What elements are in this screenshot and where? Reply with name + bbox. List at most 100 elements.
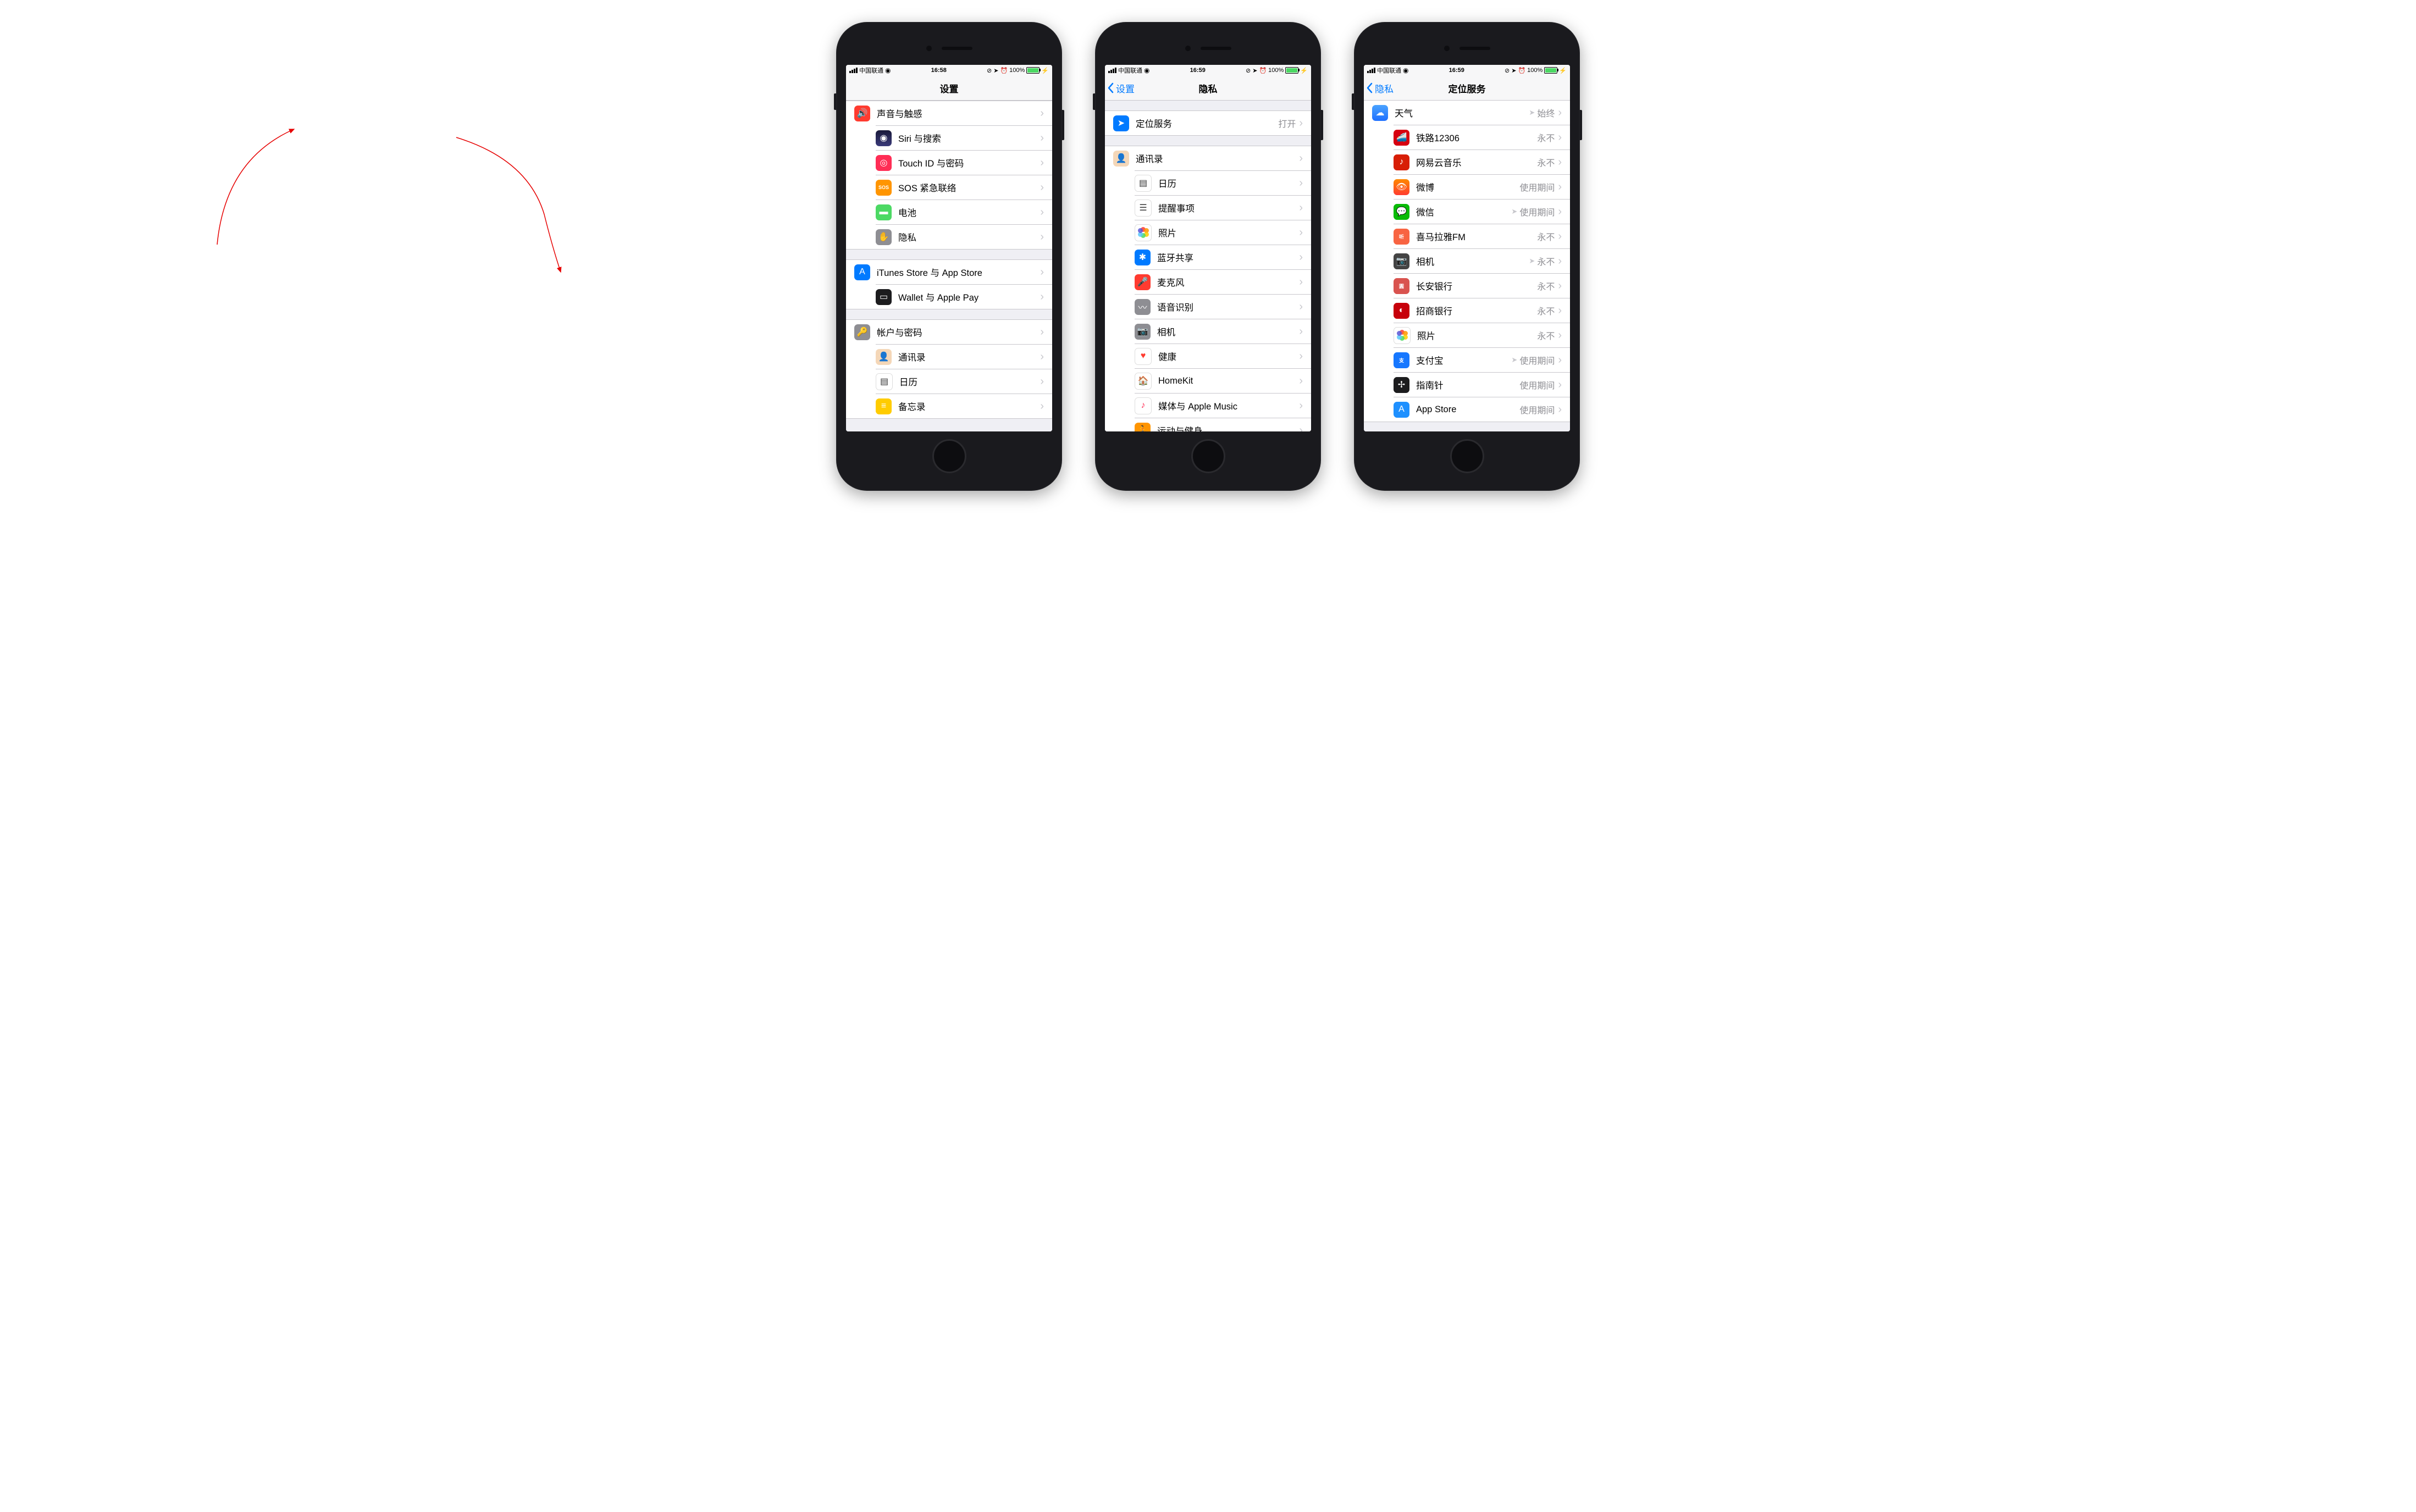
list-item[interactable]: ◎ Touch ID 与密码 › [876, 150, 1052, 175]
list-item[interactable]: 👤 通讯录 › [876, 344, 1052, 369]
row-icon: 👤 [876, 349, 892, 365]
list-item[interactable]: 照片 永不 › [1394, 323, 1570, 347]
list-item[interactable]: 💬 微信 ➤使用期间 › [1394, 199, 1570, 224]
list-item[interactable]: 〰 语音识别 › [1135, 294, 1311, 319]
charging-icon: ⚡ [1559, 67, 1567, 74]
alarm-icon: ⏰ [1000, 67, 1008, 74]
location-list[interactable]: ☁ 天气 ➤始终 › 🚄 铁路12306 永不 › ♪ 网易云音乐 永不 › 👁… [1364, 101, 1570, 431]
page-title: 定位服务 [1364, 81, 1570, 95]
home-button[interactable] [932, 439, 966, 473]
chevron-right-icon: › [1558, 206, 1562, 218]
row-label: App Store [1416, 405, 1519, 415]
list-item[interactable]: 🎤 麦克风 › [1135, 269, 1311, 294]
list-item[interactable]: ▭ Wallet 与 Apple Pay › [876, 284, 1052, 309]
back-label: 隐私 [1375, 81, 1394, 95]
list-item[interactable]: 支 支付宝 ➤使用期间 › [1394, 347, 1570, 372]
settings-group: ☁ 天气 ➤始终 › 🚄 铁路12306 永不 › ♪ 网易云音乐 永不 › 👁… [1364, 101, 1570, 422]
row-icon: ▤ [876, 373, 893, 390]
list-item[interactable]: 🏠 HomeKit › [1135, 368, 1311, 393]
charging-icon: ⚡ [1300, 67, 1308, 74]
home-button-area [1105, 431, 1311, 481]
list-item[interactable]: ≡ 备忘录 › [876, 394, 1052, 418]
row-icon: ◎ [876, 155, 892, 171]
row-label: 隐私 [898, 230, 1040, 243]
list-item[interactable]: ▤ 日历 › [1135, 170, 1311, 195]
row-label: 提醒事项 [1158, 201, 1299, 214]
alarm-icon: ⏰ [1518, 67, 1525, 74]
list-item[interactable]: A App Store 使用期间 › [1394, 397, 1570, 422]
list-item[interactable]: ✱ 蓝牙共享 › [1135, 245, 1311, 269]
signal-icon [1367, 68, 1375, 73]
nav-bar: 设置 [846, 76, 1052, 101]
list-item[interactable]: ◉ Siri 与搜索 › [876, 125, 1052, 150]
row-label: 微博 [1416, 180, 1519, 193]
list-item[interactable]: 👁 微博 使用期间 › [1394, 174, 1570, 199]
row-detail: ➤始终 [1529, 106, 1555, 119]
chevron-right-icon: › [1558, 131, 1562, 144]
list-item[interactable]: ✋ 隐私 › [876, 224, 1052, 249]
row-label: 日历 [1158, 176, 1299, 190]
screen-location: 中国联通 ◉ 16:59 ⊘ ➤ ⏰ 100% ⚡ 隐私 定位服务 ☁ 天气 ➤… [1364, 65, 1570, 431]
chevron-right-icon: › [1558, 181, 1562, 193]
list-item[interactable]: ♪ 媒体与 Apple Music › [1135, 393, 1311, 418]
row-icon: ▭ [876, 289, 892, 305]
home-button[interactable] [1450, 439, 1484, 473]
settings-list[interactable]: 🔊 声音与触感 › ◉ Siri 与搜索 › ◎ Touch ID 与密码 › … [846, 101, 1052, 431]
row-icon: ♪ [1394, 154, 1409, 170]
list-item[interactable]: ☁ 天气 ➤始终 › [1364, 101, 1570, 125]
wifi-icon: ◉ [885, 67, 891, 74]
row-icon: 📷 [1135, 324, 1151, 340]
privacy-list[interactable]: ➤ 定位服务 打开 › 👤 通讯录 › ▤ 日历 › ☰ 提醒事项 › 照片 ›… [1105, 101, 1311, 431]
list-item[interactable]: ♪ 网易云音乐 永不 › [1394, 149, 1570, 174]
home-button-area [1364, 431, 1570, 481]
battery-label: 100% [1009, 67, 1025, 74]
row-label: 喜马拉雅FM [1416, 230, 1537, 243]
back-button[interactable]: 隐私 [1364, 81, 1394, 95]
list-item[interactable]: 听 喜马拉雅FM 永不 › [1394, 224, 1570, 248]
chevron-right-icon: › [1299, 251, 1303, 264]
row-label: 网易云音乐 [1416, 156, 1537, 169]
row-label: Siri 与搜索 [898, 131, 1040, 145]
flow-arrow-1 [203, 115, 302, 253]
list-item[interactable]: ☰ 提醒事项 › [1135, 195, 1311, 220]
phone-speaker [1364, 32, 1570, 65]
carrier-label: 中国联通 [859, 66, 883, 75]
list-item[interactable]: 圓 长安银行 永不 › [1394, 273, 1570, 298]
row-icon: ◐ [1394, 303, 1409, 319]
list-item[interactable]: 照片 › [1135, 220, 1311, 245]
list-item[interactable]: ▤ 日历 › [876, 369, 1052, 394]
list-item[interactable]: 🔊 声音与触感 › [846, 101, 1052, 125]
chevron-right-icon: › [1558, 329, 1562, 342]
list-item[interactable]: 📷 相机 › [1135, 319, 1311, 344]
list-item[interactable]: A iTunes Store 与 App Store › [846, 260, 1052, 284]
row-icon: ☁ [1372, 105, 1388, 121]
row-icon: ≡ [876, 398, 892, 414]
location-icon: ➤ [1252, 67, 1257, 74]
list-item[interactable]: SOS SOS 紧急联络 › [876, 175, 1052, 200]
row-label: 电池 [898, 206, 1040, 219]
screen-settings: 中国联通 ◉ 16:58 ⊘ ➤ ⏰ 100% ⚡ 设置 🔊 声音与触感 › ◉… [846, 65, 1052, 431]
chevron-right-icon: › [1040, 206, 1044, 219]
list-item[interactable]: ♥ 健康 › [1135, 344, 1311, 368]
status-bar: 中国联通 ◉ 16:59 ⊘ ➤ ⏰ 100% ⚡ [1105, 65, 1311, 76]
list-item[interactable]: 🚄 铁路12306 永不 › [1394, 125, 1570, 149]
back-button[interactable]: 设置 [1105, 81, 1135, 95]
list-item[interactable]: 🔑 帐户与密码 › [846, 320, 1052, 344]
list-item[interactable]: 🏃 运动与健身 › [1135, 418, 1311, 431]
row-icon: ✱ [1135, 250, 1151, 265]
chevron-left-icon [1107, 82, 1114, 93]
list-item[interactable]: 👤 通讯录 › [1105, 146, 1311, 170]
list-item[interactable]: 📷 相机 ➤永不 › [1394, 248, 1570, 273]
list-item[interactable]: ◐ 招商银行 永不 › [1394, 298, 1570, 323]
home-button[interactable] [1191, 439, 1225, 473]
list-item[interactable]: ➤ 定位服务 打开 › [1105, 111, 1311, 135]
phone-speaker [1105, 32, 1311, 65]
location-icon: ➤ [993, 67, 998, 74]
status-bar: 中国联通 ◉ 16:59 ⊘ ➤ ⏰ 100% ⚡ [1364, 65, 1570, 76]
wifi-icon: ◉ [1403, 67, 1408, 74]
page-title: 设置 [846, 81, 1052, 95]
list-item[interactable]: ✢ 指南针 使用期间 › [1394, 372, 1570, 397]
row-icon: SOS [876, 180, 892, 196]
row-label: 通讯录 [898, 350, 1040, 363]
list-item[interactable]: ▬ 电池 › [876, 200, 1052, 224]
